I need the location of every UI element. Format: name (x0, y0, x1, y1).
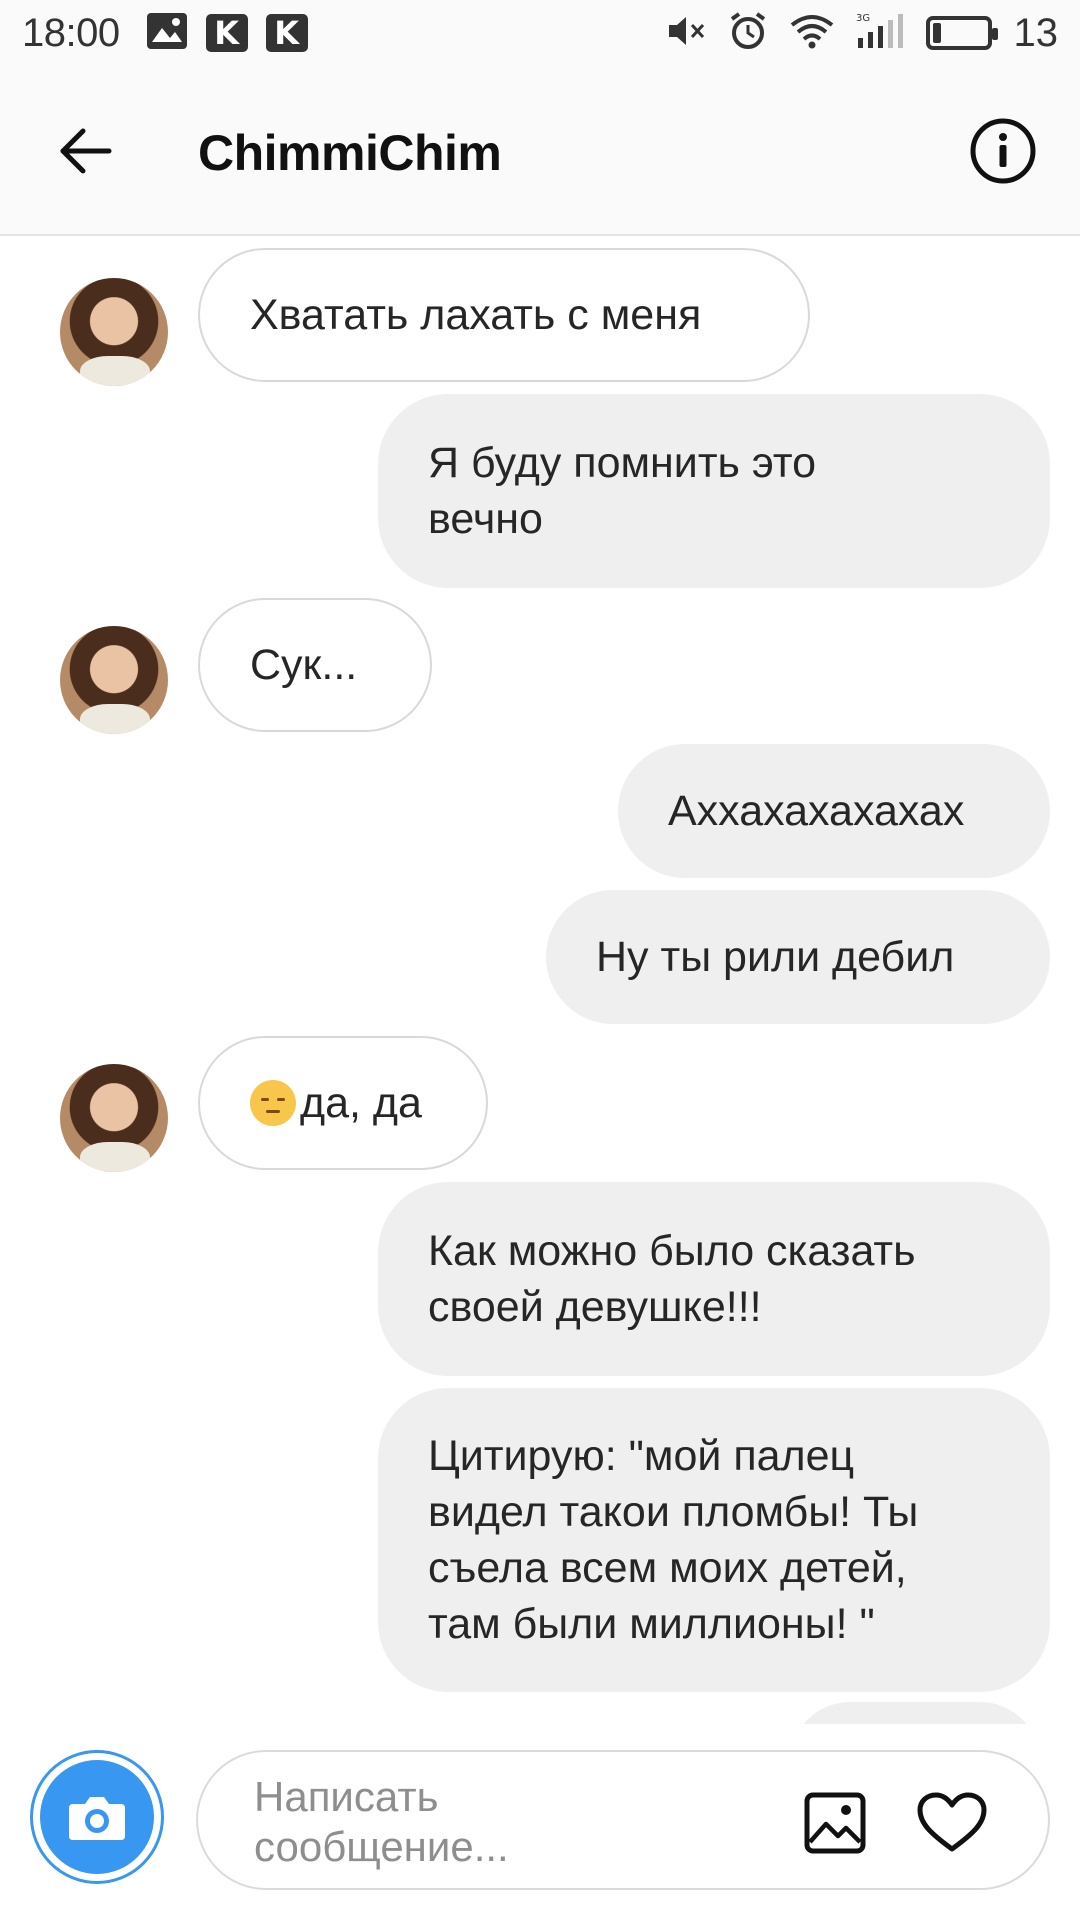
status-bar: 18:00 K K 3G 13 (0, 0, 1080, 66)
message-text: Как можно было сказать своей девушке!!! (428, 1227, 916, 1331)
chat-title[interactable]: ChimmiChim (198, 124, 502, 182)
battery-level: 13 (1013, 10, 1059, 55)
back-button[interactable] (50, 116, 120, 186)
status-system-icons: 3G 13 (666, 10, 1059, 56)
info-button[interactable] (968, 116, 1038, 186)
k-app-icon: K (265, 14, 308, 52)
outgoing-message[interactable]: Я буду помнить это вечно (378, 394, 1050, 588)
message-input-box (196, 1750, 1050, 1890)
message-text: да, да (300, 1079, 422, 1127)
k-app-icon: K (205, 14, 248, 52)
camera-icon (69, 1797, 125, 1840)
avatar[interactable] (60, 626, 168, 734)
message-thread[interactable]: Хватать лахать с меня Я буду помнить это… (0, 236, 1080, 1724)
message-input[interactable] (254, 1772, 774, 1872)
gallery-button[interactable] (802, 1790, 868, 1856)
message-text: Сук... (250, 641, 358, 689)
gallery-icon (804, 1792, 866, 1854)
outgoing-message[interactable]: Как можно было сказать своей девушке!!! (378, 1182, 1050, 1376)
incoming-message[interactable]: Сук... (198, 598, 432, 732)
like-button[interactable] (914, 1788, 990, 1858)
outgoing-message[interactable]: Цитирую: "мой палец видел такои пломбы! … (378, 1388, 1050, 1692)
mute-icon (666, 12, 706, 55)
message-text: Хватать лахать с меня (250, 291, 702, 339)
alarm-icon (728, 11, 768, 56)
message-composer (0, 1724, 1080, 1920)
message-text: Я буду помнить это вечно (428, 439, 816, 543)
status-notification-icons: K K (146, 12, 308, 55)
back-arrow-icon (60, 128, 112, 174)
message-text: Ну ты рили дебил (596, 933, 955, 981)
info-icon (970, 118, 1036, 184)
signal-3g-icon: 3G (856, 12, 904, 55)
heart-icon (917, 1792, 987, 1852)
outgoing-message[interactable] (790, 1702, 1040, 1724)
outgoing-message[interactable]: Аххахахахахах (618, 744, 1050, 878)
message-text: Цитирую: "мой палец видел такои пломбы! … (428, 1432, 919, 1648)
wifi-icon (790, 13, 834, 54)
battery-icon (925, 16, 998, 50)
avatar[interactable] (60, 1064, 168, 1172)
avatar[interactable] (60, 278, 168, 386)
outgoing-message[interactable]: Ну ты рили дебил (546, 890, 1050, 1024)
camera-button[interactable] (30, 1750, 164, 1884)
image-notification-icon (146, 12, 188, 55)
status-time: 18:00 (22, 10, 120, 55)
incoming-message[interactable]: да, да (198, 1036, 488, 1170)
incoming-message[interactable]: Хватать лахать с меня (198, 248, 810, 382)
chat-header: ChimmiChim (0, 66, 1080, 236)
message-text: Аххахахахахах (668, 787, 965, 835)
pensive-face-icon (250, 1080, 296, 1126)
network-type-label: 3G (856, 13, 870, 24)
